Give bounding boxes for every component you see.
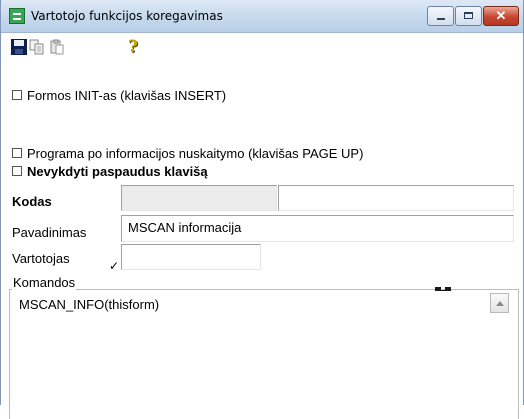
after-read-label: Programa po informacijos nuskaitymo (kla… xyxy=(27,145,364,161)
init-checkbox[interactable] xyxy=(12,90,22,100)
app-icon xyxy=(9,8,25,24)
vartotojas-label: Vartotojas xyxy=(12,251,70,266)
close-button[interactable]: ✕ xyxy=(483,6,519,26)
pavadinimas-label: Pavadinimas xyxy=(12,225,87,240)
title-bar[interactable]: Vartotojo funkcijos koregavimas ✕ xyxy=(1,0,523,33)
dialog-window: Vartotojo funkcijos koregavimas ✕ ? Form… xyxy=(0,0,524,419)
copy-icon[interactable] xyxy=(29,39,45,55)
minimize-icon xyxy=(437,18,445,20)
option-after-read[interactable]: Programa po informacijos nuskaitymo (kla… xyxy=(12,145,363,161)
kodas-extra-input[interactable] xyxy=(278,185,514,211)
option-init[interactable]: Formos INIT-as (klavišas INSERT) xyxy=(12,87,226,103)
close-icon: ✕ xyxy=(495,8,507,23)
maximize-icon xyxy=(464,12,473,19)
window-title: Vartotojo funkcijos koregavimas xyxy=(31,9,223,23)
minimize-button[interactable] xyxy=(427,6,454,26)
vartotojas-input[interactable] xyxy=(121,244,261,270)
save-icon[interactable] xyxy=(11,39,27,55)
vartotojas-check-icon: ✓ xyxy=(109,259,120,273)
kodas-label: Kodas xyxy=(12,194,52,209)
toolbar: ? xyxy=(1,33,523,61)
commands-group-label: Komandos xyxy=(12,275,77,290)
skip-key-label: Nevykdyti paspaudus klavišą xyxy=(27,163,208,179)
commands-textarea[interactable]: MSCAN_INFO(thisform) xyxy=(13,291,514,405)
maximize-button[interactable] xyxy=(455,6,482,26)
after-read-checkbox[interactable] xyxy=(12,148,22,158)
option-skip-key[interactable]: Nevykdyti paspaudus klavišą xyxy=(12,163,208,179)
pavadinimas-input[interactable]: MSCAN informacija xyxy=(121,215,514,242)
commands-scrollbar[interactable] xyxy=(488,291,512,405)
paste-icon[interactable] xyxy=(49,39,65,55)
init-label: Formos INIT-as (klavišas INSERT) xyxy=(27,87,227,103)
scroll-up-icon[interactable] xyxy=(490,293,509,313)
kodas-input xyxy=(121,185,277,211)
skip-key-checkbox[interactable] xyxy=(12,166,22,176)
help-icon[interactable]: ? xyxy=(128,37,144,57)
